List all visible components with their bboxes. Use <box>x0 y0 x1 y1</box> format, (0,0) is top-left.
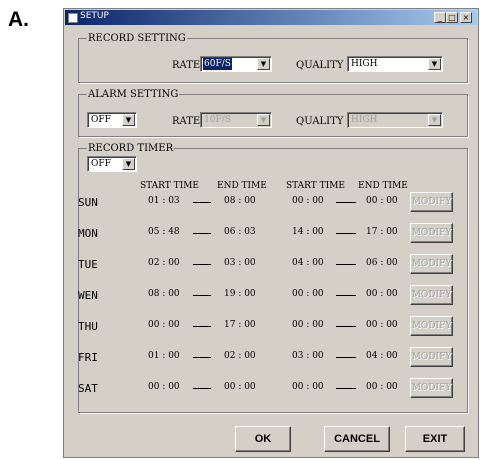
time-value-s1: 08 : 00 <box>148 289 180 299</box>
time-value-s1: 00 : 00 <box>148 320 180 330</box>
title-bar[interactable]: SETUP _ □ × <box>65 10 477 25</box>
time-value-s2: 04 : 00 <box>292 258 324 268</box>
time-separator <box>193 233 211 234</box>
timer-mode-value: OFF <box>91 159 111 169</box>
modify-button[interactable]: MODIFY <box>410 192 453 212</box>
alarm-mode-select[interactable]: OFF ▼ <box>87 112 137 128</box>
record-quality-select[interactable]: HIGH ▼ <box>347 56 443 72</box>
modify-button[interactable]: MODIFY <box>410 316 453 336</box>
time-value-s1: 00 : 00 <box>148 382 180 392</box>
alarm-setting-legend: ALARM SETTING <box>88 89 179 100</box>
record-rate-select[interactable]: 60F/S ▼ <box>200 56 272 72</box>
time-separator <box>336 388 356 389</box>
time-separator <box>336 264 356 265</box>
ok-button[interactable]: OK <box>235 426 291 452</box>
header-start-time-2: START TIME <box>286 181 346 191</box>
chevron-down-icon[interactable]: ▼ <box>122 114 135 126</box>
setup-window: SETUP _ □ × RECORD SETTING RATE 60F/S ▼ … <box>63 8 479 458</box>
alarm-quality-value: HIGH <box>351 115 378 125</box>
time-separator <box>193 388 211 389</box>
chevron-down-icon: ▼ <box>428 114 441 126</box>
time-value-e1: 17 : 00 <box>224 320 256 330</box>
time-value-s1: 05 : 48 <box>148 227 180 237</box>
time-value-s1: 01 : 03 <box>148 196 180 206</box>
time-value-e2: 17 : 00 <box>366 227 398 237</box>
day-label: MON <box>78 227 98 240</box>
time-value-e1: 03 : 00 <box>224 258 256 268</box>
record-timer-legend: RECORD TIMER <box>88 143 174 154</box>
record-rate-value: 60F/S <box>203 58 232 70</box>
exit-button[interactable]: EXIT <box>405 426 465 452</box>
time-separator <box>193 264 211 265</box>
time-separator <box>336 233 356 234</box>
chevron-down-icon[interactable]: ▼ <box>122 158 135 170</box>
time-separator <box>193 357 211 358</box>
time-value-e1: 02 : 00 <box>224 351 256 361</box>
record-timer-group: RECORD TIMER <box>78 143 468 413</box>
record-setting-legend: RECORD SETTING <box>88 33 186 44</box>
timer-mode-select[interactable]: OFF ▼ <box>87 156 137 172</box>
time-value-e1: 08 : 00 <box>224 196 256 206</box>
day-label: THU <box>78 320 98 333</box>
time-value-e2: 00 : 00 <box>366 320 398 330</box>
time-separator <box>193 326 211 327</box>
header-end-time-1: END TIME <box>217 181 267 191</box>
time-value-e2: 00 : 00 <box>366 382 398 392</box>
time-value-e2: 00 : 00 <box>366 289 398 299</box>
record-quality-value: HIGH <box>351 59 378 69</box>
modify-button[interactable]: MODIFY <box>410 254 453 274</box>
modify-button[interactable]: MODIFY <box>410 378 453 398</box>
modify-button[interactable]: MODIFY <box>410 223 453 243</box>
time-separator <box>193 202 211 203</box>
modify-button[interactable]: MODIFY <box>410 285 453 305</box>
time-value-e2: 00 : 00 <box>366 196 398 206</box>
day-label: FRI <box>78 351 98 364</box>
chevron-down-icon[interactable]: ▼ <box>257 58 270 70</box>
modify-button[interactable]: MODIFY <box>410 347 453 367</box>
chevron-down-icon: ▼ <box>257 114 270 126</box>
time-value-e2: 06 : 00 <box>366 258 398 268</box>
record-quality-label: QUALITY <box>296 60 344 71</box>
time-value-e1: 06 : 03 <box>224 227 256 237</box>
time-value-s2: 03 : 00 <box>292 351 324 361</box>
alarm-rate-select: 10F/S ▼ <box>200 112 272 128</box>
time-value-s2: 14 : 00 <box>292 227 324 237</box>
app-icon <box>68 13 78 23</box>
maximize-button[interactable]: □ <box>446 12 458 23</box>
day-label: TUE <box>78 258 98 271</box>
cancel-button[interactable]: CANCEL <box>324 426 390 452</box>
header-start-time-1: START TIME <box>140 181 200 191</box>
time-value-s2: 00 : 00 <box>292 320 324 330</box>
alarm-mode-value: OFF <box>91 115 111 125</box>
time-value-s1: 01 : 00 <box>148 351 180 361</box>
time-value-e2: 04 : 00 <box>366 351 398 361</box>
time-value-s2: 00 : 00 <box>292 289 324 299</box>
alarm-quality-select: HIGH ▼ <box>347 112 443 128</box>
time-separator <box>336 326 356 327</box>
time-value-e1: 19 : 00 <box>224 289 256 299</box>
time-value-s2: 00 : 00 <box>292 382 324 392</box>
time-separator <box>193 295 211 296</box>
time-separator <box>336 295 356 296</box>
alarm-rate-label: RATE <box>172 116 201 127</box>
day-label: WEN <box>78 289 98 302</box>
minimize-button[interactable]: _ <box>434 12 446 23</box>
day-label: SUN <box>78 196 98 209</box>
window-title: SETUP <box>80 11 109 21</box>
day-label: SAT <box>78 382 98 395</box>
header-end-time-2: END TIME <box>358 181 408 191</box>
alarm-quality-label: QUALITY <box>296 116 344 127</box>
time-separator <box>336 357 356 358</box>
figure-label: A. <box>8 8 29 31</box>
record-rate-label: RATE <box>172 60 201 71</box>
chevron-down-icon[interactable]: ▼ <box>428 58 441 70</box>
time-separator <box>336 202 356 203</box>
time-value-s2: 00 : 00 <box>292 196 324 206</box>
alarm-rate-value: 10F/S <box>204 115 231 125</box>
time-value-e1: 00 : 00 <box>224 382 256 392</box>
close-button[interactable]: × <box>460 12 472 23</box>
time-value-s1: 02 : 00 <box>148 258 180 268</box>
